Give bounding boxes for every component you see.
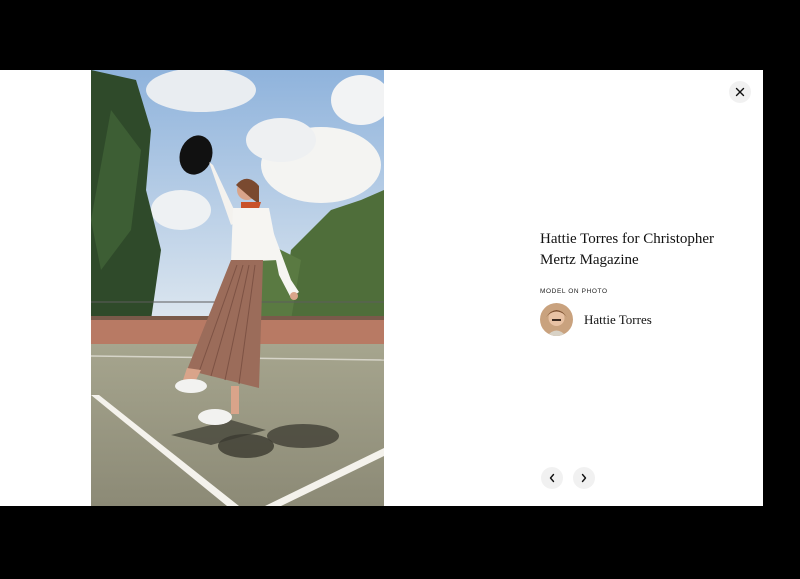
close-icon <box>735 87 745 97</box>
model-link[interactable]: Hattie Torres <box>540 303 740 336</box>
model-label: MODEL ON PHOTO <box>540 288 608 295</box>
chevron-right-icon <box>581 473 587 483</box>
model-name[interactable]: Hattie Torres <box>584 312 652 328</box>
prev-button[interactable] <box>541 467 563 489</box>
photo-modal: Hattie Torres for Christopher Mertz Maga… <box>0 70 763 506</box>
model-avatar[interactable] <box>540 303 573 336</box>
photo-info: Hattie Torres for Christopher Mertz Maga… <box>540 229 740 336</box>
close-button[interactable] <box>729 81 751 103</box>
fashion-photo-image <box>91 70 384 506</box>
photo-title: Hattie Torres for Christopher Mertz Maga… <box>540 231 715 268</box>
fashion-photo <box>91 70 384 506</box>
avatar-image <box>540 303 573 336</box>
chevron-left-icon <box>549 473 555 483</box>
next-button[interactable] <box>573 467 595 489</box>
